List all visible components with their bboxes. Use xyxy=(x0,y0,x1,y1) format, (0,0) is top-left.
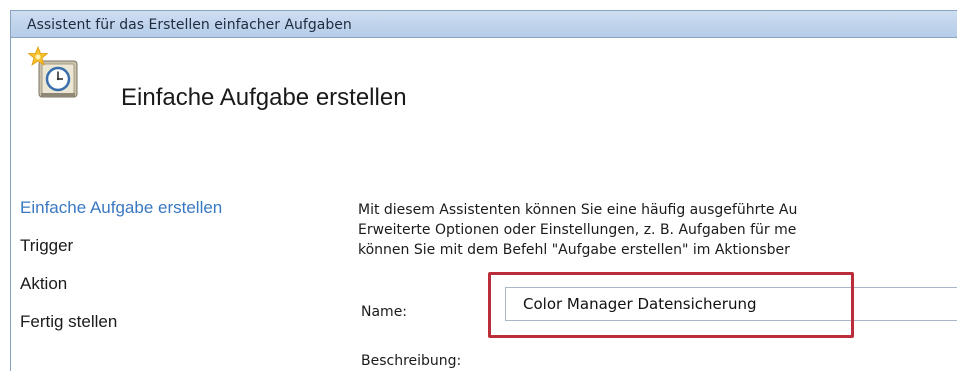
step-create-basic-task[interactable]: Einfache Aufgabe erstellen xyxy=(20,198,222,218)
step-action[interactable]: Aktion xyxy=(20,274,67,294)
page-title: Einfache Aufgabe erstellen xyxy=(121,84,407,111)
description-line: können Sie mit dem Befehl "Aufgabe erste… xyxy=(358,242,790,258)
description-line: Mit diesem Assistenten können Sie eine h… xyxy=(358,202,798,218)
name-label: Name: xyxy=(361,304,408,320)
step-finish[interactable]: Fertig stellen xyxy=(20,312,117,332)
window-titlebar[interactable]: Assistent für das Erstellen einfacher Au… xyxy=(10,10,957,38)
description-field-label: Beschreibung: xyxy=(361,353,462,369)
step-trigger[interactable]: Trigger xyxy=(20,236,73,256)
wizard-description: Mit diesem Assistenten können Sie eine h… xyxy=(358,200,957,260)
description-line: Erweiterte Optionen oder Einstellungen, … xyxy=(358,222,797,238)
name-input[interactable] xyxy=(505,287,957,321)
window-title: Assistent für das Erstellen einfacher Au… xyxy=(27,17,352,33)
task-scheduler-clock-icon xyxy=(27,45,83,102)
